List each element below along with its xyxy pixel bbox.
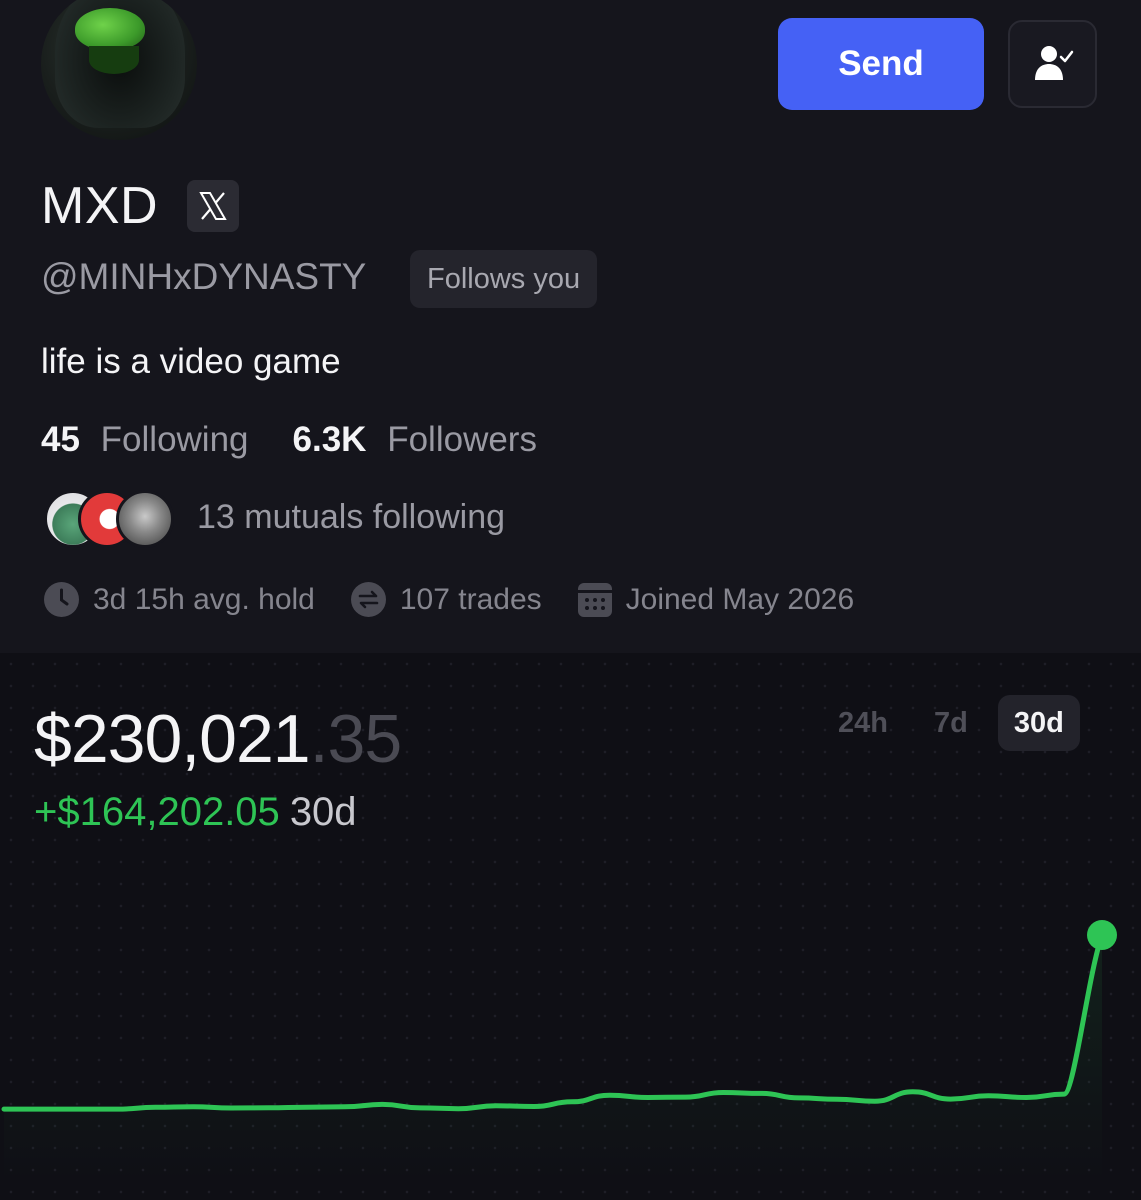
avg-hold-item: 3d 15h avg. hold — [44, 582, 315, 617]
display-name: MXD — [41, 177, 159, 235]
mutual-avatar — [116, 490, 174, 548]
user-handle: @MINHxDYNASTY — [41, 256, 367, 297]
x-logo-icon — [199, 192, 227, 220]
followers-link[interactable]: 6.3K Followers — [293, 420, 537, 460]
range-tab-30d[interactable]: 30d — [997, 695, 1080, 751]
balance-decimal: .35 — [309, 701, 403, 777]
profile-meta-row: 3d 15h avg. hold 107 trades Joined May 2… — [44, 582, 890, 617]
portfolio-line-chart — [1, 920, 1117, 1180]
profile-section: Send MXD @MINHxDYNASTY Follows you life … — [0, 0, 1141, 653]
clock-icon — [44, 582, 79, 617]
portfolio-balance: $230,021.35 — [34, 700, 403, 778]
follow-toggle-button[interactable] — [1008, 20, 1097, 108]
avatar-frog-face — [75, 8, 145, 50]
range-tab-7d[interactable]: 7d — [918, 695, 984, 751]
follow-stats: 45 Following 6.3K Followers — [41, 420, 537, 460]
mutuals-following-text[interactable]: 13 mutuals following — [197, 498, 505, 537]
change-value: $164,202.05 — [57, 790, 280, 834]
chart-latest-point[interactable] — [1087, 920, 1117, 950]
swap-arrows-icon — [350, 582, 386, 617]
trades-text: 107 trades — [399, 582, 542, 616]
range-tab-24h[interactable]: 24h — [822, 695, 904, 751]
joined-text: Joined May 2026 — [625, 582, 855, 616]
followers-label: Followers — [387, 420, 537, 459]
profile-avatar[interactable] — [41, 0, 197, 140]
follows-you-badge: Follows you — [410, 250, 598, 308]
followers-count: 6.3K — [292, 420, 367, 459]
user-check-icon — [1034, 46, 1073, 80]
portfolio-change: +$164,202.05 30d — [34, 790, 357, 835]
send-button[interactable]: Send — [778, 18, 984, 110]
joined-item: Joined May 2026 — [577, 582, 855, 617]
calendar-icon — [577, 582, 612, 617]
x-link-badge[interactable] — [187, 180, 239, 232]
change-sign: + — [34, 790, 58, 834]
avg-hold-text: 3d 15h avg. hold — [93, 582, 315, 616]
profile-bio: life is a video game — [41, 342, 341, 381]
following-link[interactable]: 45 Following — [41, 420, 249, 460]
time-range-tabs: 24h 7d 30d — [808, 695, 1080, 751]
chart-series-line — [1, 932, 1105, 1112]
trades-item: 107 trades — [350, 582, 542, 617]
change-period: 30d — [289, 790, 357, 834]
following-count: 45 — [41, 420, 80, 459]
mutuals-avatars[interactable] — [44, 490, 174, 548]
balance-main: $230,021 — [34, 701, 311, 777]
avatar-frog-mouth — [89, 46, 139, 74]
chart-area-fill — [4, 935, 1102, 1180]
following-label: Following — [100, 420, 249, 459]
